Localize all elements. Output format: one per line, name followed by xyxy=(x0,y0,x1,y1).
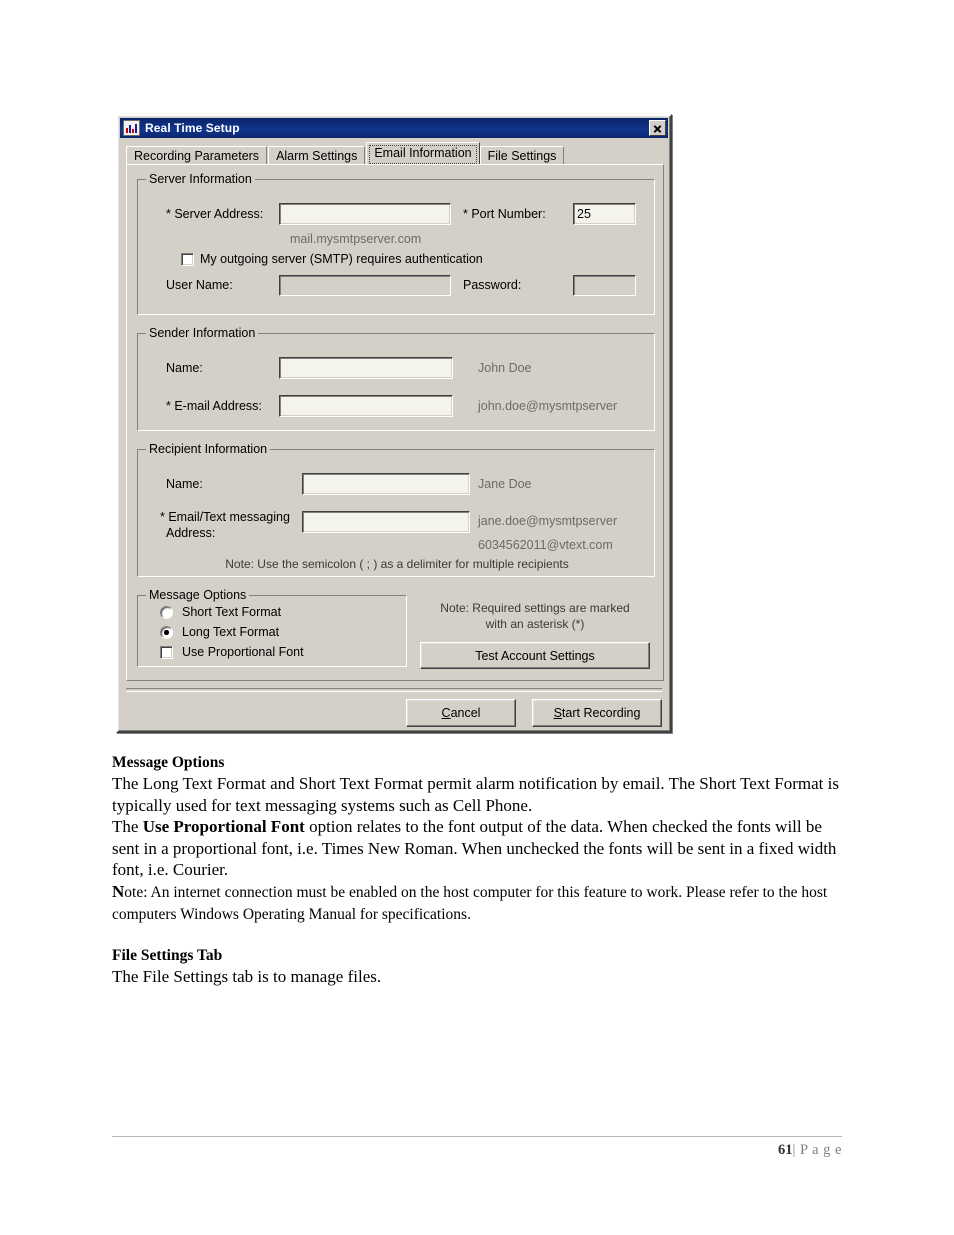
recipient-address-label-line2: Address: xyxy=(166,526,216,540)
para3-bold: N xyxy=(112,881,125,901)
recipient-name-input[interactable] xyxy=(302,473,470,495)
tab-page-email-information: Server Information * Server Address: * P… xyxy=(126,164,664,681)
para3-text: ote: An internet connection must be enab… xyxy=(112,883,828,924)
chart-icon xyxy=(123,120,140,136)
footer-divider xyxy=(112,1136,842,1137)
sender-name-label: Name: xyxy=(166,361,203,375)
dialog-title: Real Time Setup xyxy=(145,121,240,135)
test-account-settings-button[interactable]: Test Account Settings xyxy=(420,642,650,669)
recipient-address-label-line1: * Email/Text messaging xyxy=(160,510,290,524)
recipient-name-hint: Jane Doe xyxy=(478,477,532,491)
recipient-address-hint-sms: 6034562011@vtext.com xyxy=(478,538,613,552)
smtp-auth-label: My outgoing server (SMTP) requires authe… xyxy=(200,252,483,266)
dialog-separator xyxy=(126,688,662,692)
port-number-input[interactable]: 25 xyxy=(573,203,636,225)
sender-name-hint: John Doe xyxy=(478,361,532,375)
paragraph-internet-note: Note: An internet connection must be ena… xyxy=(112,881,842,926)
group-server-information: Server Information * Server Address: * P… xyxy=(137,172,655,315)
radio-short-text-format[interactable] xyxy=(160,606,173,619)
tab-recording-parameters[interactable]: Recording Parameters xyxy=(126,146,268,165)
start-recording-accel: S xyxy=(553,706,562,720)
password-input[interactable] xyxy=(573,275,636,296)
checkbox-use-proportional-font[interactable] xyxy=(160,646,173,659)
para2-pre: The xyxy=(112,817,143,836)
server-address-hint: mail.mysmtpserver.com xyxy=(290,232,422,246)
recipient-address-input[interactable] xyxy=(302,511,470,533)
server-address-input[interactable] xyxy=(279,203,451,225)
start-recording-button[interactable]: Start Recording xyxy=(532,699,662,727)
group-message-options-label: Message Options xyxy=(146,588,250,602)
close-icon[interactable] xyxy=(649,120,666,136)
required-note-line-1: Note: Required settings are marked xyxy=(440,601,630,615)
tab-email-information-label: Email Information xyxy=(374,146,472,160)
sender-email-hint: john.doe@mysmtpserver xyxy=(478,399,618,413)
sender-email-input[interactable] xyxy=(279,395,453,417)
group-sender-information-label: Sender Information xyxy=(146,326,259,340)
tab-strip: Recording Parameters Alarm Settings Emai… xyxy=(126,142,662,165)
sender-name-input[interactable] xyxy=(279,357,453,379)
password-label: Password: xyxy=(463,278,522,292)
start-recording-label: tart Recording xyxy=(561,706,641,720)
recipient-delimiter-note: Note: Use the semicolon ( ; ) as a delim… xyxy=(225,557,569,571)
recipient-address-hint-email: jane.doe@mysmtpserver xyxy=(478,514,618,528)
group-server-information-label: Server Information xyxy=(146,172,255,186)
cancel-button[interactable]: Cancel xyxy=(406,699,516,727)
footer-page-num: 61 xyxy=(777,1142,793,1158)
dialog-titlebar[interactable]: Real Time Setup xyxy=(120,118,668,138)
tab-file-settings[interactable]: File Settings xyxy=(479,146,565,165)
radio-long-text-format-label: Long Text Format xyxy=(182,625,280,639)
user-name-input[interactable] xyxy=(279,275,451,296)
radio-long-text-format[interactable] xyxy=(160,626,173,639)
tab-alarm-settings[interactable]: Alarm Settings xyxy=(268,146,366,165)
paragraph-file-settings: The File Settings tab is to manage files… xyxy=(112,966,382,986)
recipient-name-label: Name: xyxy=(166,477,203,491)
footer-page-word: | P a g e xyxy=(792,1142,842,1158)
real-time-setup-dialog: Real Time Setup Recording Parameters Ala… xyxy=(116,114,672,733)
radio-short-text-format-label: Short Text Format xyxy=(182,605,282,619)
document-body: Message Options The Long Text Format and… xyxy=(112,752,842,987)
cancel-button-label: ancel xyxy=(450,706,481,720)
paragraph-proportional-font: The Use Proportional Font option relates… xyxy=(112,816,842,881)
group-recipient-information: Recipient Information Name: Jane Doe * E… xyxy=(137,442,655,577)
sender-email-label: * E-mail Address: xyxy=(166,399,262,413)
user-name-label: User Name: xyxy=(166,278,233,292)
checkbox-use-proportional-font-label: Use Proportional Font xyxy=(182,645,304,659)
cancel-button-accel: C xyxy=(441,706,451,720)
para2-bold: Use Proportional Font xyxy=(142,817,305,836)
smtp-auth-checkbox[interactable] xyxy=(181,253,194,266)
tab-email-information[interactable]: Email Information xyxy=(366,142,480,164)
group-sender-information: Sender Information Name: John Doe * E-ma… xyxy=(137,326,655,431)
server-address-label: * Server Address: xyxy=(166,207,264,221)
heading-message-options: Message Options xyxy=(112,754,225,771)
required-note-line-2: with an asterisk (*) xyxy=(485,617,585,631)
group-recipient-information-label: Recipient Information xyxy=(146,442,271,456)
port-number-label: * Port Number: xyxy=(463,207,546,221)
group-message-options: Message Options Short Text Format Long T… xyxy=(137,588,407,667)
paragraph-message-options: The Long Text Format and Short Text Form… xyxy=(112,774,839,815)
footer-page-number: 61| P a g e xyxy=(778,1142,842,1159)
heading-file-settings-tab: File Settings Tab xyxy=(112,946,223,964)
